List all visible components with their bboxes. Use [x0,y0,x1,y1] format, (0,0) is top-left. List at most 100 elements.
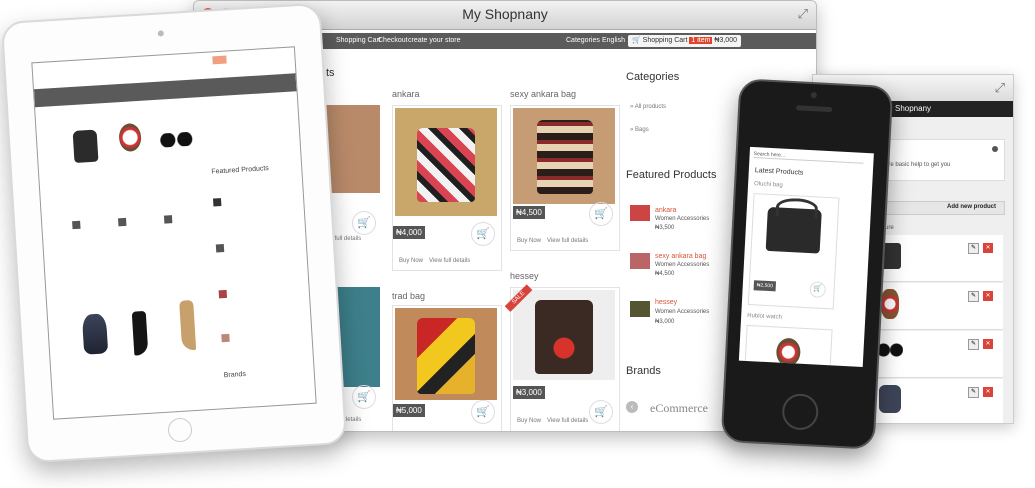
admin-product-row: ✎ ✕ [863,379,1003,423]
tablet-product[interactable] [167,293,209,355]
phone-product-image[interactable] [775,337,802,367]
close-icon[interactable] [992,146,998,152]
view-details-link[interactable]: View full details [547,418,588,424]
tablet-featured-thumb[interactable] [218,289,228,299]
brand-prev-icon[interactable]: ‹ [626,401,638,413]
view-details-link[interactable]: View full details [547,238,588,244]
category-bags[interactable]: » Bags [630,127,649,133]
phone-product-name[interactable]: Hublot watch [747,313,782,321]
buy-now-link[interactable]: Buy Now [517,418,541,424]
price-tag: ₦4,500 [513,206,545,219]
phone-home-button[interactable] [781,392,820,431]
tablet-price-tag [72,220,81,230]
edit-icon[interactable]: ✎ [968,339,979,350]
nav-checkout[interactable]: Checkout [378,37,408,44]
section-title-partial: ts [326,67,335,79]
add-to-cart-icon[interactable]: 🛒 [589,202,613,226]
tablet-featured-thumb[interactable] [212,198,222,207]
price-tag: ₦4,000 [393,226,425,239]
add-to-cart-icon[interactable]: 🛒 [471,400,495,424]
expand-icon[interactable]: ⤢ [798,6,808,22]
phone-search-input[interactable]: Search here... [753,151,864,164]
categories-dropdown[interactable]: Categories [566,37,600,44]
add-to-cart-icon[interactable]: 🛒 [589,400,613,424]
phone-product-name[interactable]: Oluchi bag [754,181,783,188]
product-card: SALE ₦3,000 🛒 Buy Now View full details [504,284,620,431]
featured-thumb[interactable] [630,253,650,269]
phone-speaker [796,105,833,113]
product-card: ₦4,500 🛒 Buy Now View full details [510,105,620,251]
featured-price: ₦3,000 [655,319,675,325]
phone-product-card: ₦2,500 🛒 [747,193,840,310]
cart-icon: 🛒 [632,37,641,44]
add-product-button[interactable]: Add new product [947,204,996,210]
tablet-featured-thumb[interactable] [215,243,225,253]
nav-shopping-cart[interactable]: Shopping Cart [336,37,381,44]
featured-price: ₦4,500 [655,271,675,277]
featured-name[interactable]: hessey [655,299,677,306]
sidebar-categories-title: Categories [626,71,680,83]
add-to-cart-icon[interactable]: 🛒 [809,281,827,299]
tablet-product[interactable] [66,119,108,181]
product-card: ₦4,000 🛒 Buy Now View full details [392,105,502,271]
product-title[interactable]: sexy ankara bag [510,89,576,99]
cart-total: ₦3,000 [714,37,737,44]
admin-product-row: ✎ ✕ [863,331,1003,378]
delete-icon[interactable]: ✕ [983,291,993,301]
featured-thumb[interactable] [630,205,650,221]
add-to-cart-icon[interactable]: 🛒 [352,211,376,235]
product-thumbnail [879,385,901,413]
phone-screen: Search here... Latest Products Oluchi ba… [738,146,874,368]
product-image[interactable] [513,290,615,380]
product-image[interactable] [395,108,497,216]
featured-name[interactable]: ankara [655,207,676,214]
product-thumbnail [881,289,899,319]
tablet-home-button[interactable] [167,417,193,443]
tablet-product[interactable] [156,114,198,176]
tablet-camera [157,30,164,37]
product-thumbnail [877,343,903,357]
featured-thumb[interactable] [630,301,650,317]
price-tag: ₦5,000 [393,404,425,417]
cart-count-badge: 1 item [689,37,713,44]
product-image[interactable] [395,308,497,400]
tablet-device: Featured Products Brands [0,2,348,464]
buy-now-link[interactable]: Buy Now [399,258,423,264]
product-image[interactable] [513,108,615,204]
language-dropdown[interactable]: English [602,37,625,44]
tablet-price-tag [163,215,173,224]
product-title[interactable]: ankara [392,89,420,99]
phone-product-card [744,324,833,368]
brand-logo[interactable]: eCommerce [650,401,708,416]
sidebar-featured-title: Featured Products [626,169,717,181]
tablet-product[interactable] [109,106,151,168]
product-title[interactable]: hessey [510,271,539,281]
delete-icon[interactable]: ✕ [983,243,993,253]
featured-name[interactable]: sexy ankara bag [655,253,706,260]
product-title[interactable]: trad bag [392,291,425,301]
admin-product-row: ✎ ✕ [863,283,1003,330]
expand-icon[interactable]: ⤢ [995,80,1005,96]
add-to-cart-icon[interactable]: 🛒 [471,222,495,246]
view-details-link[interactable]: View full details [429,258,470,264]
tablet-product[interactable] [122,306,164,368]
tablet-cart-badge[interactable] [212,55,227,65]
phone-price-tag: ₦2,500 [753,280,777,292]
edit-icon[interactable]: ✎ [968,387,979,398]
phone-device: Search here... Latest Products Oluchi ba… [720,78,894,450]
cart-summary[interactable]: 🛒 Shopping Cart 1 item ₦3,000 [628,35,741,47]
add-to-cart-icon[interactable]: 🛒 [352,385,376,409]
price-tag: ₦3,000 [513,386,545,399]
category-all-products[interactable]: » All products [630,104,666,110]
delete-icon[interactable]: ✕ [983,339,993,349]
buy-now-link[interactable]: Buy Now [517,238,541,244]
edit-icon[interactable]: ✎ [968,291,979,302]
featured-price: ₦3,500 [655,225,675,231]
tablet-product[interactable] [76,309,118,371]
phone-latest-title: Latest Products [754,167,804,177]
tablet-featured-thumb[interactable] [221,333,230,343]
phone-camera [810,91,818,99]
nav-create-store[interactable]: create your store [408,37,461,44]
edit-icon[interactable]: ✎ [968,243,979,254]
delete-icon[interactable]: ✕ [983,387,993,397]
